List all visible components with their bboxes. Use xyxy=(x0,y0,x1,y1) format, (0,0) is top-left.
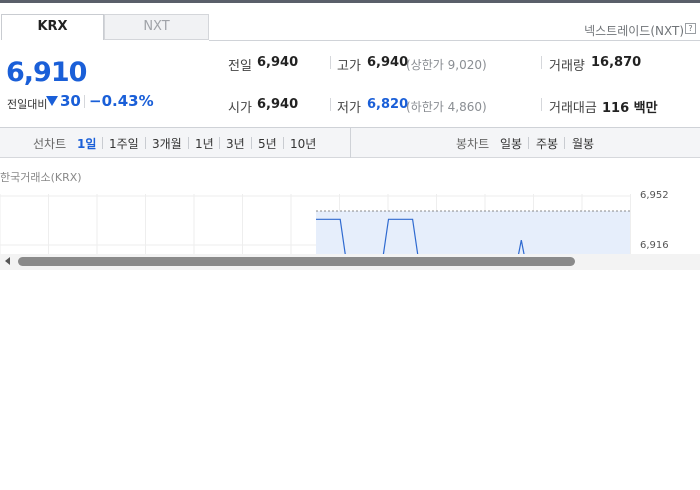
period-1d-button[interactable]: 1일 xyxy=(77,135,96,152)
scrollbar-thumb[interactable] xyxy=(18,257,575,266)
top-border xyxy=(0,0,700,3)
down-arrow-icon xyxy=(46,96,58,106)
tab-underline xyxy=(209,40,700,41)
period-separator xyxy=(283,137,284,149)
high-label: 고가 xyxy=(337,59,361,74)
period-5y-button[interactable]: 5년 xyxy=(258,135,277,152)
tab-krx[interactable]: KRX xyxy=(1,14,104,40)
open-value: 6,940 xyxy=(257,97,299,112)
candle-weekly-button[interactable]: 주봉 xyxy=(536,135,558,152)
period-3y-button[interactable]: 3년 xyxy=(226,135,245,152)
y-tick-label: 6,952 xyxy=(640,190,669,201)
y-tick-label: 6,916 xyxy=(640,240,669,251)
amount-label: 거래대금 xyxy=(549,101,597,116)
low-value: 6,820 xyxy=(367,97,409,112)
stat-separator xyxy=(541,98,542,111)
diff-percent: −0.43% xyxy=(89,92,154,110)
candle-monthly-button[interactable]: 월봉 xyxy=(572,135,594,152)
period-bar-divider xyxy=(350,127,351,158)
stat-separator xyxy=(330,98,331,111)
period-separator xyxy=(188,137,189,149)
period-separator xyxy=(564,137,565,149)
stat-separator xyxy=(330,56,331,69)
tab-nxt[interactable]: NXT xyxy=(104,14,209,40)
current-price: 6,910 xyxy=(6,57,87,88)
period-1y-button[interactable]: 1년 xyxy=(195,135,214,152)
nxt-link[interactable]: 넥스트레이드(NXT) xyxy=(584,22,684,39)
upper-limit: (상한가 9,020) xyxy=(406,58,487,72)
amount-value: 116 백만 xyxy=(602,101,658,116)
period-separator xyxy=(528,137,529,149)
help-icon[interactable]: ? xyxy=(685,23,696,34)
diff-value: 30 xyxy=(60,92,81,110)
period-3m-button[interactable]: 3개월 xyxy=(152,135,182,152)
open-label: 시가 xyxy=(228,101,252,116)
diff-label: 전일대비 xyxy=(7,98,48,111)
chart-area-fill xyxy=(316,211,630,254)
volume-label: 거래량 xyxy=(549,59,585,74)
line-chart-label: 선차트 xyxy=(33,137,67,151)
volume-value: 16,870 xyxy=(591,55,642,70)
intraday-price-chart[interactable] xyxy=(0,190,700,254)
scroll-left-arrow-icon[interactable] xyxy=(5,257,10,265)
prev-close-label: 전일 xyxy=(228,59,252,74)
period-10y-button[interactable]: 10년 xyxy=(290,135,316,152)
lower-limit: (하한가 4,860) xyxy=(406,100,487,114)
period-separator xyxy=(251,137,252,149)
stat-separator xyxy=(541,56,542,69)
prev-close-value: 6,940 xyxy=(257,55,299,70)
period-separator xyxy=(102,137,103,149)
exchange-label: 한국거래소(KRX) xyxy=(0,171,82,184)
period-separator xyxy=(145,137,146,149)
high-value: 6,940 xyxy=(367,55,409,70)
diff-separator xyxy=(84,95,85,108)
candle-chart-label: 봉차트 xyxy=(456,137,490,151)
candle-daily-button[interactable]: 일봉 xyxy=(500,135,522,152)
low-label: 저가 xyxy=(337,101,361,116)
period-1w-button[interactable]: 1주일 xyxy=(109,135,139,152)
period-separator xyxy=(219,137,220,149)
